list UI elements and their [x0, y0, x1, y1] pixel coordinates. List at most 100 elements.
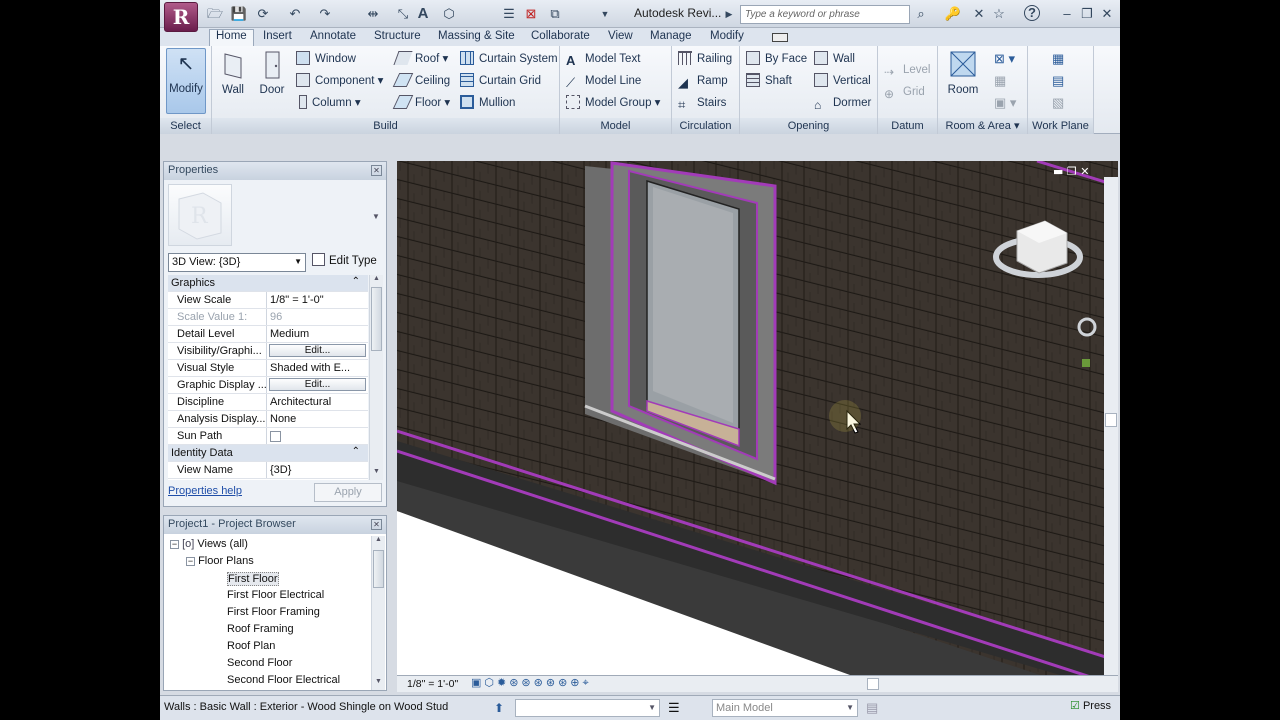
- save-icon[interactable]: 💾: [230, 5, 248, 23]
- property-row[interactable]: Detail Level Medium: [168, 326, 368, 343]
- view-vertical-scrollbar[interactable]: [1104, 177, 1118, 677]
- workset-dropdown[interactable]: ▼: [515, 699, 660, 717]
- level-button[interactable]: ⇢ Level: [884, 61, 931, 81]
- properties-section-header[interactable]: Graphics ⌃: [168, 275, 368, 292]
- property-row[interactable]: Sun Path: [168, 428, 368, 445]
- wall-opening-button[interactable]: Wall: [814, 50, 855, 70]
- property-row[interactable]: Visibility/Graphi... Edit...: [168, 343, 368, 360]
- tree-item-floor-plan[interactable]: Roof Plan: [227, 640, 275, 652]
- search-input[interactable]: Type a keyword or phrase: [740, 5, 910, 24]
- ceiling-button[interactable]: Ceiling: [392, 72, 450, 92]
- close-hidden-windows-icon[interactable]: ⊠: [522, 5, 540, 23]
- editable-only-icon[interactable]: ☰: [668, 700, 680, 716]
- shaft-button[interactable]: Shaft: [746, 72, 792, 92]
- properties-close-icon[interactable]: ✕: [371, 165, 382, 176]
- text-icon[interactable]: A: [414, 5, 432, 23]
- ramp-button[interactable]: ◢ Ramp: [678, 72, 728, 92]
- properties-help-link[interactable]: Properties help: [168, 485, 242, 497]
- properties-scroll-thumb[interactable]: [371, 287, 382, 351]
- door-button[interactable]: Door: [253, 50, 291, 96]
- curtain-grid-button[interactable]: Curtain Grid: [460, 72, 541, 92]
- edit-button[interactable]: Edit...: [269, 378, 366, 391]
- property-value[interactable]: Medium: [267, 326, 368, 342]
- view-hscroll-thumb[interactable]: [867, 678, 879, 690]
- view-scroll-thumb[interactable]: [1105, 413, 1117, 427]
- dormer-button[interactable]: ⌂ Dormer: [814, 94, 871, 114]
- collapse-chevron-icon[interactable]: ⌃: [352, 445, 368, 461]
- aligned-dimension-icon[interactable]: ⤡: [394, 5, 412, 23]
- tab-manage[interactable]: Manage: [650, 30, 692, 42]
- railing-button[interactable]: Railing: [678, 50, 732, 70]
- view-window-controls[interactable]: ▬ ❐ ✕: [1053, 165, 1089, 178]
- press-drag-toggle[interactable]: ☑ Press: [1070, 699, 1111, 717]
- redo-icon[interactable]: ↷: [316, 5, 334, 23]
- tab-view[interactable]: View: [608, 30, 633, 42]
- ref-plane-icon[interactable]: ▧: [1052, 94, 1064, 114]
- browser-close-icon[interactable]: ✕: [371, 519, 382, 530]
- view-control-icons[interactable]: ▣⬡✹⊛⊛⊛⊛⊛⊕⌖: [471, 676, 592, 690]
- floor-button[interactable]: Floor ▾: [392, 94, 450, 114]
- edit-button[interactable]: Edit...: [269, 344, 366, 357]
- edit-type-button[interactable]: Edit Type: [312, 253, 377, 267]
- scroll-up-icon[interactable]: ▲: [370, 275, 383, 287]
- thin-lines-icon[interactable]: ☰: [500, 5, 518, 23]
- minimize-icon[interactable]: –: [1058, 5, 1076, 23]
- tag-room-icon[interactable]: ▦: [994, 72, 1006, 92]
- property-row[interactable]: Discipline Architectural: [168, 394, 368, 411]
- roof-button[interactable]: Roof ▾: [393, 50, 448, 70]
- sync-icon[interactable]: ⟳: [254, 5, 272, 23]
- property-value[interactable]: None: [267, 411, 368, 427]
- property-value[interactable]: 96: [267, 309, 368, 325]
- close-icon[interactable]: ✕: [1098, 5, 1116, 23]
- tab-massing-site[interactable]: Massing & Site: [438, 30, 515, 42]
- binoculars-icon[interactable]: ⌕: [912, 5, 930, 23]
- collapse-icon[interactable]: −: [170, 540, 179, 549]
- scroll-up-icon[interactable]: ▲: [372, 536, 385, 548]
- room-separator-icon[interactable]: ⊠ ▾: [994, 50, 1015, 70]
- property-row[interactable]: View Name {3D}: [168, 462, 368, 479]
- scroll-down-icon[interactable]: ▼: [370, 468, 383, 480]
- property-value[interactable]: 1/8" = 1'-0": [267, 292, 368, 308]
- favorites-icon[interactable]: ☆: [990, 5, 1008, 23]
- set-work-plane-icon[interactable]: ▦: [1052, 50, 1064, 70]
- grid-button[interactable]: ⊕ Grid: [884, 83, 925, 103]
- ribbon-minimize-icon[interactable]: [772, 33, 788, 42]
- tab-annotate[interactable]: Annotate: [310, 30, 356, 42]
- panel-label-room-area[interactable]: Room & Area ▾: [938, 118, 1027, 134]
- mullion-button[interactable]: Mullion: [460, 94, 515, 114]
- property-value[interactable]: {3D}: [267, 462, 368, 478]
- switch-windows-icon[interactable]: ⧉: [546, 5, 564, 23]
- column-button[interactable]: Column ▾: [296, 94, 361, 114]
- view-scale[interactable]: 1/8" = 1'-0": [407, 678, 458, 690]
- stairs-button[interactable]: ⌗ Stairs: [678, 94, 726, 114]
- tab-collaborate[interactable]: Collaborate: [531, 30, 590, 42]
- by-face-button[interactable]: By Face: [746, 50, 807, 70]
- tree-item-floor-plan[interactable]: Second Floor: [227, 657, 292, 669]
- design-options-icon[interactable]: ▤: [866, 700, 878, 716]
- properties-section-header[interactable]: Identity Data ⌃: [168, 445, 368, 462]
- design-option-dropdown[interactable]: Main Model ▼: [712, 699, 858, 717]
- communication-center-icon[interactable]: ✕: [970, 5, 988, 23]
- help-icon[interactable]: ?: [1024, 5, 1040, 21]
- tab-structure[interactable]: Structure: [374, 30, 421, 42]
- component-button[interactable]: Component ▾: [296, 72, 383, 92]
- scroll-down-icon[interactable]: ▼: [372, 678, 385, 690]
- model-text-button[interactable]: A Model Text: [566, 50, 640, 70]
- undo-icon[interactable]: ↶: [286, 5, 304, 23]
- collapse-chevron-icon[interactable]: ⌃: [352, 275, 368, 291]
- collapse-icon[interactable]: −: [186, 557, 195, 566]
- open-icon[interactable]: 🗁: [206, 5, 224, 23]
- show-work-plane-icon[interactable]: ▤: [1052, 72, 1064, 92]
- status-icon-a[interactable]: ⬆: [494, 701, 504, 715]
- model-line-button[interactable]: ⟋ Model Line: [566, 72, 641, 92]
- model-group-button[interactable]: Model Group ▾: [566, 94, 660, 114]
- tree-item-floor-plan[interactable]: First Floor: [227, 572, 279, 586]
- restore-icon[interactable]: ❐: [1078, 5, 1096, 23]
- tree-item-floor-plan[interactable]: First Floor Framing: [227, 606, 320, 618]
- application-menu-button[interactable]: R: [164, 2, 198, 32]
- tree-item-floor-plan[interactable]: Second Floor Electrical: [227, 674, 340, 686]
- tab-modify[interactable]: Modify: [710, 30, 744, 42]
- property-row[interactable]: View Scale 1/8" = 1'-0": [168, 292, 368, 309]
- tree-item-floor-plan[interactable]: Roof Framing: [227, 623, 294, 635]
- thumbnail-dropdown-icon[interactable]: ▼: [372, 212, 380, 221]
